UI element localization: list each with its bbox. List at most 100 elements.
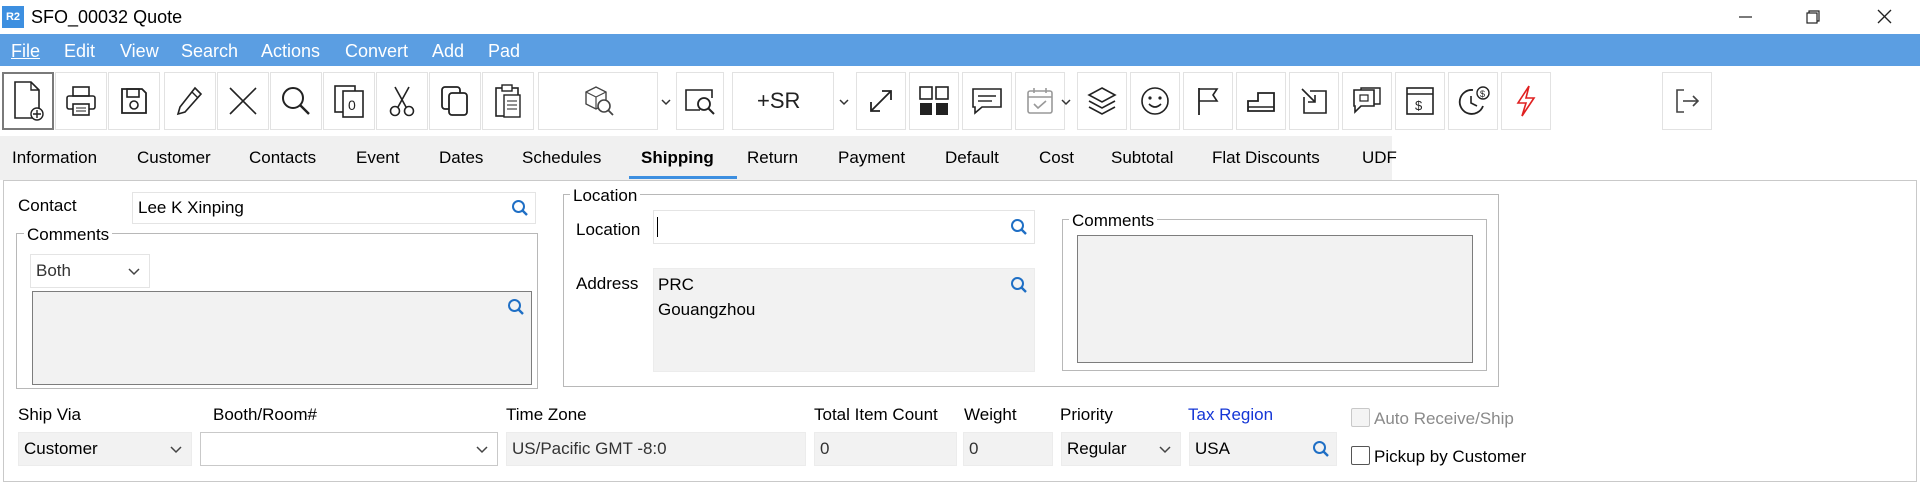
ship-via-select[interactable]: Customer — [18, 432, 192, 466]
comments-filter-value: Both — [36, 261, 71, 280]
search-icon[interactable] — [1010, 276, 1028, 294]
booth-room-select[interactable] — [200, 432, 498, 466]
print-icon[interactable] — [55, 72, 107, 130]
search-icon[interactable] — [1010, 218, 1028, 236]
edit-pencil-icon[interactable] — [164, 72, 216, 130]
menu-view[interactable]: View — [120, 41, 159, 62]
tab-subtotal[interactable]: Subtotal — [1111, 148, 1173, 168]
expand-icon[interactable] — [856, 72, 906, 130]
location-group-title: Location — [570, 186, 641, 206]
tab-flat-discounts[interactable]: Flat Discounts — [1212, 148, 1320, 168]
tab-event[interactable]: Event — [356, 148, 399, 168]
comment-icon[interactable] — [962, 72, 1012, 130]
menu-pad[interactable]: Pad — [488, 41, 520, 62]
contact-value: Lee K Xinping — [138, 198, 244, 217]
chevron-down-icon[interactable] — [658, 94, 674, 110]
contact-label: Contact — [18, 196, 77, 215]
svg-text:$: $ — [1415, 98, 1423, 113]
restore-icon[interactable] — [1793, 4, 1833, 30]
contact-field[interactable]: Lee K Xinping — [132, 192, 536, 224]
tab-payment[interactable]: Payment — [838, 148, 905, 168]
new-document-icon[interactable] — [2, 72, 54, 130]
active-tab-indicator — [629, 176, 737, 179]
flag-icon[interactable] — [1183, 72, 1233, 130]
menu-file[interactable]: File — [11, 41, 40, 62]
clock-dollar-icon[interactable]: $ — [1448, 72, 1498, 130]
tab-schedules[interactable]: Schedules — [522, 148, 601, 168]
chevron-down-icon — [476, 446, 488, 454]
delete-x-icon[interactable] — [217, 72, 269, 130]
tab-dates[interactable]: Dates — [439, 148, 483, 168]
chevron-down-icon[interactable] — [1058, 94, 1074, 110]
tab-customer[interactable]: Customer — [137, 148, 211, 168]
tax-region-value: USA — [1195, 439, 1230, 458]
tax-region-field[interactable]: USA — [1189, 432, 1337, 466]
address-line-2: Gouangzhou — [658, 300, 756, 319]
ship-via-value: Customer — [24, 439, 98, 458]
menu-convert[interactable]: Convert — [345, 41, 408, 62]
toolbar: 0 +SR $ $ — [0, 70, 1920, 132]
import-icon[interactable] — [1289, 72, 1339, 130]
time-zone-value: US/Pacific GMT -8:0 — [512, 439, 667, 458]
tab-contacts[interactable]: Contacts — [249, 148, 316, 168]
total-item-count-field: 0 — [814, 432, 957, 466]
ship-via-label: Ship Via — [18, 405, 82, 424]
address-field[interactable]: PRC Gouangzhou — [653, 268, 1035, 372]
weight-label: Weight — [964, 405, 1017, 424]
cut-icon[interactable] — [376, 72, 428, 130]
layers-icon[interactable] — [1077, 72, 1127, 130]
search-icon[interactable] — [270, 72, 322, 130]
preview-search-icon[interactable] — [676, 72, 724, 130]
location-input[interactable] — [653, 210, 1035, 244]
location-label: Location — [576, 220, 641, 239]
tab-udf[interactable]: UDF — [1362, 148, 1397, 168]
search-icon[interactable] — [1312, 440, 1330, 458]
grid-icon[interactable] — [909, 72, 959, 130]
tax-region-link[interactable]: Tax Region — [1188, 405, 1273, 425]
logout-icon[interactable] — [1662, 72, 1712, 130]
comments-filter-select[interactable]: Both — [30, 254, 150, 288]
app-logo: R2 — [2, 6, 24, 28]
comments-right-title: Comments — [1069, 211, 1158, 231]
smiley-icon[interactable] — [1130, 72, 1180, 130]
pickup-by-customer-label: Pickup by Customer — [1374, 447, 1527, 466]
comments-right-textarea[interactable] — [1077, 235, 1473, 363]
chevron-down-icon[interactable] — [836, 94, 852, 110]
invoice-icon[interactable]: $ — [1395, 72, 1445, 130]
comments-left-textarea[interactable] — [32, 291, 532, 385]
minimize-icon[interactable] — [1725, 4, 1765, 30]
save-icon[interactable] — [108, 72, 160, 130]
menu-edit[interactable]: Edit — [64, 41, 95, 62]
search-icon[interactable] — [511, 199, 529, 217]
menu-actions[interactable]: Actions — [261, 41, 320, 62]
close-icon[interactable] — [1864, 4, 1904, 30]
stamp-icon[interactable] — [1236, 72, 1286, 130]
tab-shipping[interactable]: Shipping — [641, 148, 714, 168]
tab-return[interactable]: Return — [747, 148, 798, 168]
tab-bar: Information Customer Contacts Event Date… — [0, 136, 1920, 180]
chevron-down-icon — [170, 446, 182, 454]
lookup-icon[interactable] — [538, 72, 658, 130]
tab-information[interactable]: Information — [12, 148, 97, 168]
paste-icon[interactable] — [482, 72, 534, 130]
address-label: Address — [576, 274, 639, 293]
svg-text:$: $ — [1480, 89, 1485, 99]
pickup-by-customer-checkbox[interactable] — [1351, 446, 1370, 465]
tab-cost[interactable]: Cost — [1039, 148, 1074, 168]
weight-value: 0 — [969, 439, 979, 458]
window-title: SFO_00032 Quote — [31, 7, 183, 27]
duplicate-icon[interactable] — [429, 72, 481, 130]
total-item-count-label: Total Item Count — [814, 405, 938, 424]
priority-select[interactable]: Regular — [1061, 432, 1181, 466]
weight-field[interactable]: 0 — [963, 432, 1053, 466]
auto-receive-ship-checkbox[interactable] — [1351, 408, 1370, 427]
priority-label: Priority — [1060, 405, 1113, 424]
copy-icon[interactable]: 0 — [323, 72, 375, 130]
chat-icon[interactable] — [1342, 72, 1392, 130]
menu-search[interactable]: Search — [181, 41, 238, 62]
add-sr-button[interactable]: +SR — [732, 72, 834, 130]
search-icon[interactable] — [507, 298, 525, 316]
menu-add[interactable]: Add — [432, 41, 464, 62]
lightning-icon[interactable] — [1501, 72, 1551, 130]
tab-default[interactable]: Default — [945, 148, 999, 168]
